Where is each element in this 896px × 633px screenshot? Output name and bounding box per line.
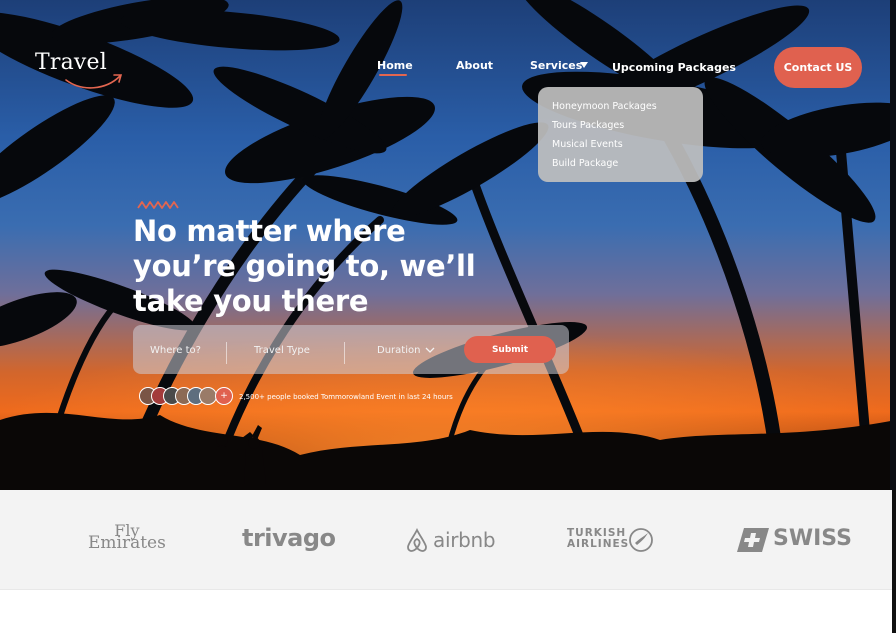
hero-headline: No matter where you’re going to, we’ll t… (133, 214, 476, 318)
section-divider (0, 589, 892, 590)
menu-item-tours-packages[interactable]: Tours Packages (552, 120, 624, 131)
partner-logos-strip: Fly Emirates trivago airbnb TURKISH AIRL… (0, 490, 892, 589)
services-dropdown-menu: Honeymoon Packages Tours Packages Musica… (538, 87, 703, 182)
turkish-airlines-bird-icon (629, 528, 653, 552)
where-to-field[interactable]: Where to? (150, 345, 201, 356)
trivago-logo: trivago (242, 524, 336, 552)
travel-type-field[interactable]: Travel Type (254, 345, 310, 356)
active-nav-indicator (379, 74, 407, 76)
chevron-down-icon[interactable] (425, 346, 435, 354)
swiss-logo: SWISS (773, 526, 852, 551)
menu-item-honeymoon-packages[interactable]: Honeymoon Packages (552, 101, 657, 112)
frame-edge (892, 490, 896, 633)
turkish-airlines-logo: TURKISH AIRLINES (567, 528, 629, 550)
logo-swoosh-icon (65, 74, 123, 89)
nav-upcoming-packages-link[interactable]: Upcoming Packages (612, 61, 736, 74)
airbnb-logo: airbnb (433, 528, 496, 552)
frame-edge (890, 0, 896, 490)
zigzag-decoration-icon (137, 201, 179, 209)
search-divider (344, 342, 345, 364)
turkish-airlines-line2: AIRLINES (567, 538, 630, 550)
duration-select[interactable]: Duration (377, 345, 420, 356)
swiss-flag-icon (737, 528, 769, 552)
emirates-logo-bottom: Emirates (88, 533, 166, 553)
contact-us-button[interactable]: Contact US (774, 47, 862, 88)
airbnb-icon (407, 528, 427, 552)
menu-item-musical-events[interactable]: Musical Events (552, 139, 623, 150)
more-avatars-badge: + (215, 387, 233, 405)
emirates-logo: Fly Emirates (88, 523, 166, 553)
nav-about-link[interactable]: About (456, 59, 493, 72)
submit-button[interactable]: Submit (464, 336, 556, 363)
search-divider (226, 342, 227, 364)
search-bar: Where to? Travel Type Duration Submit (133, 325, 569, 374)
nav-services-link[interactable]: Services (530, 59, 582, 72)
nav-home-link[interactable]: Home (377, 59, 413, 72)
services-caret-icon[interactable] (580, 62, 588, 68)
menu-item-build-package[interactable]: Build Package (552, 158, 618, 169)
booking-social-proof-text: 2,500+ people booked Tommorowland Event … (239, 393, 453, 401)
